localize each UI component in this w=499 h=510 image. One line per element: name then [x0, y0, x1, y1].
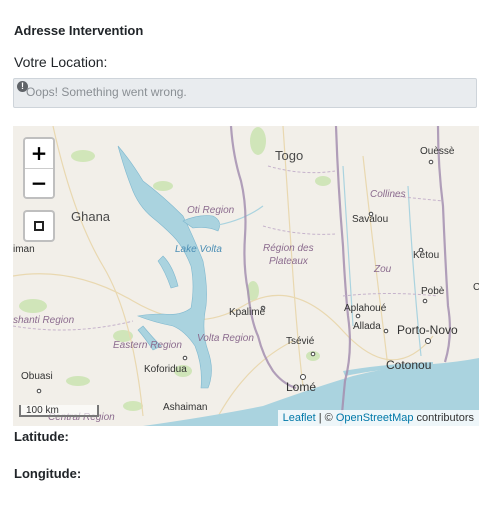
latitude-label: Latitude:: [14, 429, 69, 444]
map-label-collines: Collines: [370, 189, 406, 200]
zoom-in-button[interactable]: +: [25, 139, 53, 169]
map-label-cotonou: Cotonou: [386, 358, 432, 372]
attribution-suffix: contributors: [413, 412, 474, 424]
map-attribution: Leaflet | © OpenStreetMap contributors: [277, 410, 479, 426]
zoom-out-button[interactable]: −: [25, 169, 53, 197]
map-label-volta: Volta Region: [197, 333, 254, 344]
map-label-ketou: Kétou: [413, 250, 440, 261]
draw-rectangle-button[interactable]: [23, 210, 55, 242]
map-label-pobe: Pobè: [421, 286, 445, 297]
map-label-togo: Togo: [275, 148, 304, 163]
map-label-ashaiman: Ashaiman: [163, 402, 208, 413]
section-title: Adresse Intervention: [14, 23, 144, 38]
attribution-separator: | ©: [315, 412, 336, 424]
map-label-savalou: Savalou: [352, 214, 389, 225]
map-label-ashanti: shanti Region: [13, 315, 75, 326]
map-label-lake-volta: Lake Volta: [175, 244, 222, 255]
map[interactable]: Togo Ghana Ouèssè Oti Region Collines Sa…: [13, 126, 479, 426]
map-label-koforidua: Koforidua: [144, 364, 187, 375]
openstreetmap-link[interactable]: OpenStreetMap: [336, 412, 414, 424]
map-tiles: [13, 126, 479, 426]
map-label-allada: Allada: [353, 321, 381, 332]
map-label-ouesse: Ouèssè: [420, 146, 455, 157]
location-label: Votre Location:: [14, 54, 108, 70]
map-scale: 100 km: [19, 405, 99, 417]
square-icon: [34, 221, 44, 231]
map-label-tsevie: Tsévié: [286, 336, 315, 347]
map-label-c: C: [473, 282, 479, 293]
leaflet-link[interactable]: Leaflet: [283, 412, 316, 424]
map-label-oti: Oti Region: [187, 205, 235, 216]
location-input[interactable]: [26, 85, 456, 99]
map-label-porto-novo: Porto-Novo: [397, 323, 458, 337]
map-label-aplahoue: Aplahoué: [344, 303, 387, 314]
zoom-control: + −: [23, 137, 55, 199]
map-label-zou: Zou: [374, 264, 392, 275]
location-field[interactable]: !: [13, 78, 477, 108]
map-label-ghana: Ghana: [71, 209, 111, 224]
longitude-label: Longitude:: [14, 466, 82, 481]
map-label-plateaux-1: Région des: [263, 243, 314, 254]
map-label-obuasi: Obuasi: [21, 371, 53, 382]
map-label-iman: iman: [13, 244, 35, 255]
map-label-plateaux-2: Plateaux: [269, 256, 308, 267]
map-label-kpalime: Kpalimé: [229, 307, 266, 318]
map-label-lome: Lomé: [286, 380, 317, 394]
map-label-eastern: Eastern Region: [113, 340, 182, 351]
